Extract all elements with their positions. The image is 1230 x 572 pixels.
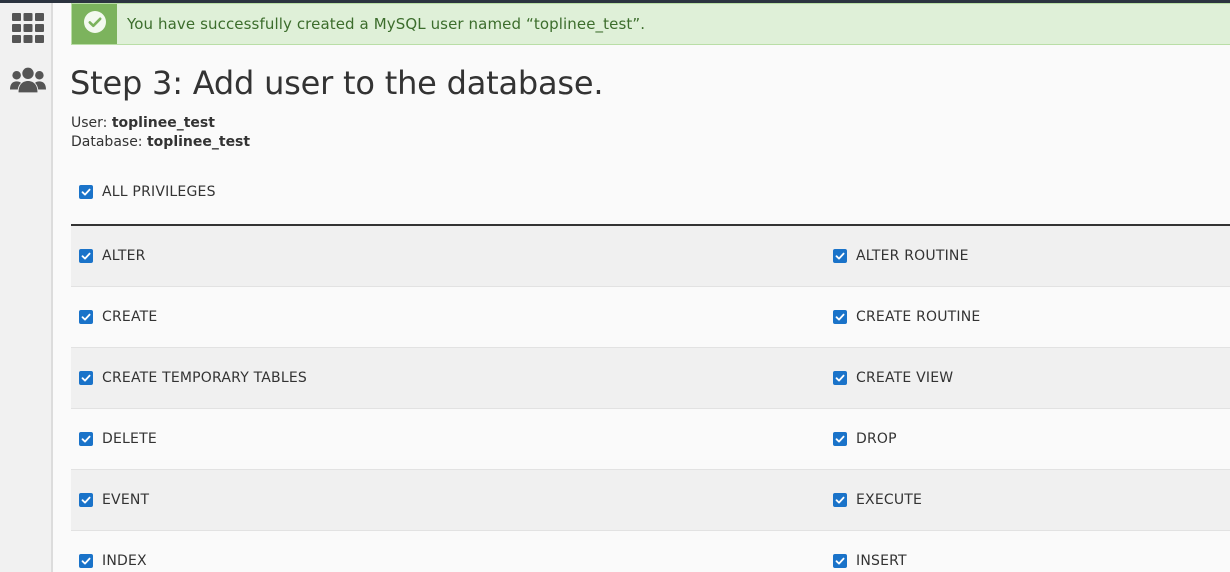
privilege-label: INDEX xyxy=(102,553,147,569)
privilege-label: EXECUTE xyxy=(856,492,923,508)
page-title: Step 3: Add user to the database. xyxy=(70,64,604,102)
apps-grid-icon[interactable] xyxy=(10,10,46,46)
privilege-label: ALTER ROUTINE xyxy=(856,248,969,264)
users-icon[interactable] xyxy=(10,62,46,98)
privilege-checkbox[interactable] xyxy=(833,432,847,446)
privilege-checkbox[interactable] xyxy=(79,432,93,446)
privilege-option-create-view[interactable]: CREATE VIEW xyxy=(833,370,953,386)
privilege-checkbox[interactable] xyxy=(833,371,847,385)
privilege-label: DELETE xyxy=(102,431,157,447)
privilege-option-drop[interactable]: DROP xyxy=(833,431,897,447)
privilege-option-create-temporary-tables[interactable]: CREATE TEMPORARY TABLES xyxy=(79,370,307,386)
privilege-label: CREATE ROUTINE xyxy=(856,309,981,325)
privilege-row: INDEX INSERT xyxy=(71,531,1230,572)
all-privileges-option[interactable]: ALL PRIVILEGES xyxy=(79,184,216,200)
privilege-checkbox[interactable] xyxy=(79,554,93,568)
privilege-label: CREATE VIEW xyxy=(856,370,954,386)
alert-message: You have successfully created a MySQL us… xyxy=(127,15,646,33)
privilege-row: EVENT EXECUTE xyxy=(71,470,1230,531)
sidebar xyxy=(0,3,53,572)
privilege-checkbox[interactable] xyxy=(79,493,93,507)
database-value: toplinee_test xyxy=(146,134,251,150)
privilege-option-create-routine[interactable]: CREATE ROUTINE xyxy=(833,309,980,325)
privilege-label: CREATE TEMPORARY TABLES xyxy=(102,370,307,386)
user-value: toplinee_test xyxy=(111,115,215,131)
privilege-label: EVENT xyxy=(102,492,150,508)
database-info: Database: toplinee_test xyxy=(71,134,250,150)
privileges-table: ALTER ALTER ROUTINE CREATE CREATE ROUTIN… xyxy=(71,226,1230,572)
privilege-option-event[interactable]: EVENT xyxy=(79,492,149,508)
user-label: User: xyxy=(71,115,108,131)
database-label: Database: xyxy=(71,134,143,150)
privilege-row: DELETE DROP xyxy=(71,409,1230,470)
check-circle-icon xyxy=(83,10,107,39)
privilege-option-execute[interactable]: EXECUTE xyxy=(833,492,922,508)
privilege-option-insert[interactable]: INSERT xyxy=(833,553,907,569)
privilege-checkbox[interactable] xyxy=(79,249,93,263)
user-info: User: toplinee_test xyxy=(71,115,215,131)
privilege-checkbox[interactable] xyxy=(833,493,847,507)
privilege-row: CREATE CREATE ROUTINE xyxy=(71,287,1230,348)
privilege-option-alter[interactable]: ALTER xyxy=(79,248,146,264)
privilege-checkbox[interactable] xyxy=(79,371,93,385)
privilege-checkbox[interactable] xyxy=(833,249,847,263)
privilege-option-create[interactable]: CREATE xyxy=(79,309,157,325)
privilege-checkbox[interactable] xyxy=(833,310,847,324)
privilege-row: CREATE TEMPORARY TABLES CREATE VIEW xyxy=(71,348,1230,409)
privilege-label: DROP xyxy=(856,431,897,447)
privilege-option-index[interactable]: INDEX xyxy=(79,553,147,569)
privilege-option-alter-routine[interactable]: ALTER ROUTINE xyxy=(833,248,969,264)
privilege-label: INSERT xyxy=(856,553,907,569)
alert-icon-box xyxy=(72,4,117,44)
privilege-checkbox[interactable] xyxy=(79,310,93,324)
all-privileges-label: ALL PRIVILEGES xyxy=(102,184,216,200)
privilege-option-delete[interactable]: DELETE xyxy=(79,431,157,447)
privilege-label: ALTER xyxy=(102,248,146,264)
privilege-row: ALTER ALTER ROUTINE xyxy=(71,226,1230,287)
all-privileges-checkbox[interactable] xyxy=(79,185,93,199)
privilege-checkbox[interactable] xyxy=(833,554,847,568)
privilege-label: CREATE xyxy=(102,309,158,325)
success-alert: You have successfully created a MySQL us… xyxy=(71,3,1230,45)
